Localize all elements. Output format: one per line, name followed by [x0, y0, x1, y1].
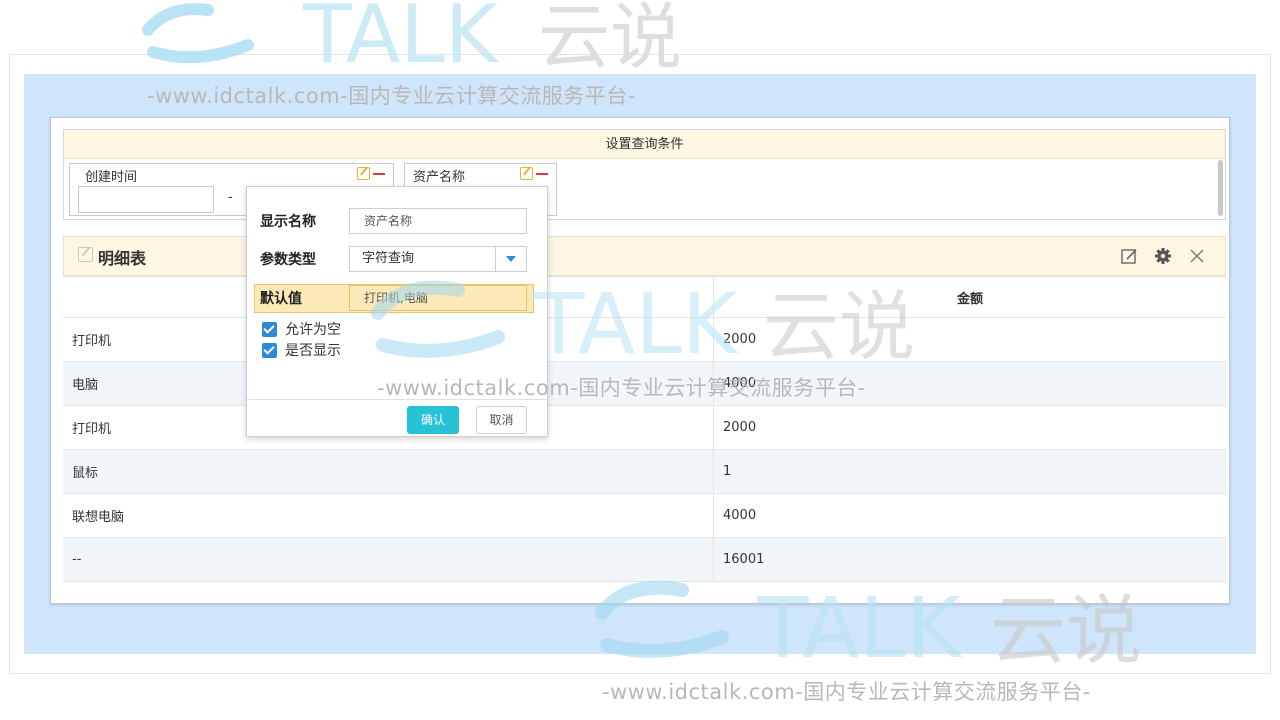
watermark-logo-icon: TALK 云说	[595, 579, 1142, 665]
detail-edit-icon	[78, 247, 93, 262]
cancel-button[interactable]: 取消	[476, 406, 527, 434]
remove-icon[interactable]	[536, 172, 548, 175]
detail-title: 明细表	[98, 249, 147, 268]
cell-amount: 1	[723, 464, 732, 479]
svg-text:云说: 云说	[990, 586, 1142, 665]
allow-empty-option[interactable]: 允许为空	[262, 319, 341, 339]
watermark-logo-icon: TALK 云说	[371, 275, 915, 365]
start-date-input[interactable]	[78, 186, 214, 213]
allow-empty-checkbox[interactable]	[262, 321, 277, 337]
svg-text:云说: 云说	[763, 282, 915, 365]
watermark-text: -www.idctalk.com-国内专业云计算交流服务平台-	[147, 84, 636, 108]
table-row[interactable]: 打印机 2000	[63, 406, 1226, 450]
cell-amount: 4000	[723, 508, 757, 523]
query-condition-title: 设置查询条件	[64, 130, 1225, 159]
edit-icon[interactable]	[357, 167, 370, 180]
param-type-label: 参数类型	[260, 252, 316, 268]
edit-icon[interactable]	[1119, 246, 1139, 266]
field-label-asset-name: 资产名称	[413, 170, 466, 185]
close-icon[interactable]	[1187, 246, 1207, 266]
confirm-button[interactable]: 确认	[407, 406, 459, 434]
cell-name: 联想电脑	[63, 494, 714, 537]
svg-text:云说: 云说	[538, 0, 682, 70]
remove-icon[interactable]	[373, 172, 385, 175]
edit-icon[interactable]	[520, 167, 533, 180]
svg-text:TALK: TALK	[756, 579, 963, 665]
field-tools	[357, 167, 385, 180]
gear-icon[interactable]	[1153, 246, 1173, 266]
cell-amount: 2000	[723, 420, 757, 435]
display-name-input[interactable]: 资产名称	[349, 208, 527, 234]
default-value-label: 默认值	[260, 291, 302, 307]
watermark-text: -www.idctalk.com-国内专业云计算交流服务平台-	[377, 376, 866, 400]
detail-toolbar	[1119, 246, 1207, 266]
table-row[interactable]: 鼠标 1	[63, 450, 1226, 494]
condition-scrollbar[interactable]	[1218, 160, 1223, 216]
detail-table-header: 明细表	[63, 236, 1226, 276]
cell-name: 鼠标	[63, 450, 714, 493]
watermark-text: -www.idctalk.com-国内专业云计算交流服务平台-	[602, 680, 1091, 704]
show-option[interactable]: 是否显示	[262, 340, 341, 360]
display-name-label: 显示名称	[260, 214, 316, 230]
range-separator: -	[228, 190, 233, 205]
show-checkbox[interactable]	[262, 342, 277, 358]
allow-empty-label: 允许为空	[285, 322, 341, 338]
field-label-created-time: 创建时间	[85, 170, 138, 185]
table-row[interactable]: 联想电脑 4000	[63, 494, 1226, 538]
svg-text:TALK: TALK	[302, 0, 500, 70]
param-type-value: 字符查询	[362, 251, 415, 266]
field-tools	[520, 167, 548, 180]
svg-text:TALK: TALK	[532, 275, 739, 365]
dropdown-arrow-icon[interactable]	[495, 247, 526, 271]
watermark-logo-icon: TALK 云说	[142, 0, 682, 70]
param-type-select[interactable]: 字符查询	[349, 246, 527, 272]
show-label: 是否显示	[285, 343, 341, 359]
